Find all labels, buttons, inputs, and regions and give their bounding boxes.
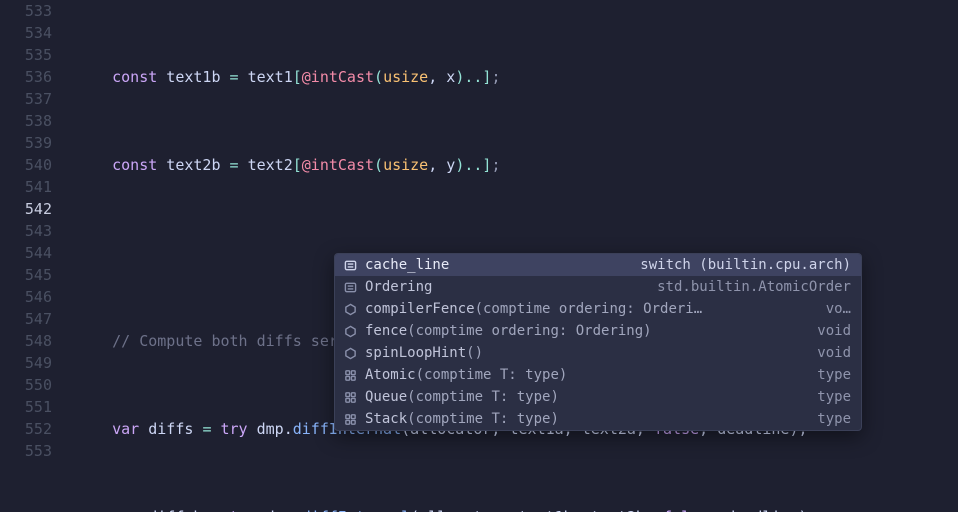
completion-signature: (comptime ordering: Ordering)	[407, 321, 809, 341]
type-icon	[341, 369, 359, 382]
constant-icon	[341, 259, 359, 272]
line-number: 535	[0, 44, 52, 66]
line-number: 540	[0, 154, 52, 176]
completion-item[interactable]: Atomic(comptime T: type) type	[335, 364, 861, 386]
completion-label: Stack	[365, 409, 407, 429]
completion-return-type: void	[817, 343, 851, 363]
line-number: 538	[0, 110, 52, 132]
completion-return-type: switch (builtin.cpu.arch)	[640, 255, 851, 275]
line-number: 553	[0, 440, 52, 462]
completion-return-type: type	[817, 365, 851, 385]
completion-item[interactable]: spinLoopHint() void	[335, 342, 861, 364]
code-area[interactable]: const text1b = text1[@intCast(usize, x).…	[76, 0, 958, 512]
code-editor: 5335345355365375385395405415425435445455…	[0, 0, 958, 512]
line-number: 551	[0, 396, 52, 418]
completion-return-type: std.builtin.AtomicOrder	[657, 277, 851, 297]
completion-return-type: type	[817, 387, 851, 407]
line-number: 543	[0, 220, 52, 242]
completion-label: Atomic	[365, 365, 416, 385]
completion-label: compilerFence	[365, 299, 475, 319]
completion-label: Queue	[365, 387, 407, 407]
function-icon	[341, 325, 359, 338]
completion-item[interactable]: compilerFence(comptime ordering: Orderi……	[335, 298, 861, 320]
line-number: 536	[0, 66, 52, 88]
line-number: 544	[0, 242, 52, 264]
line-number: 534	[0, 22, 52, 44]
completion-signature: (comptime ordering: Orderi…	[475, 299, 818, 319]
line-number: 537	[0, 88, 52, 110]
completion-signature: (comptime T: type)	[416, 365, 810, 385]
completion-item[interactable]: Ordering std.builtin.AtomicOrder	[335, 276, 861, 298]
completion-label: spinLoopHint	[365, 343, 466, 363]
line-533: const text1b = text1[@intCast(usize, x).…	[76, 66, 958, 88]
type-icon	[341, 413, 359, 426]
line-number: 548	[0, 330, 52, 352]
line-number: 550	[0, 374, 52, 396]
completion-return-type: vo…	[826, 299, 851, 319]
line-number: 547	[0, 308, 52, 330]
line-number: 545	[0, 264, 52, 286]
function-icon	[341, 303, 359, 316]
completion-item[interactable]: Stack(comptime T: type) type	[335, 408, 861, 430]
line-number: 541	[0, 176, 52, 198]
type-icon	[341, 391, 359, 404]
line-538: var diffsb = try dmp.diffInternal(alloca…	[76, 506, 958, 512]
line-number: 549	[0, 352, 52, 374]
line-number: 539	[0, 132, 52, 154]
line-number: 552	[0, 418, 52, 440]
line-534: const text2b = text2[@intCast(usize, y).…	[76, 154, 958, 176]
completion-return-type: type	[817, 409, 851, 429]
completion-return-type: void	[817, 321, 851, 341]
function-icon	[341, 347, 359, 360]
completion-item[interactable]: Queue(comptime T: type) type	[335, 386, 861, 408]
completion-label: cache_line	[365, 255, 449, 275]
completion-signature: ()	[466, 343, 809, 363]
line-number-gutter: 5335345355365375385395405415425435445455…	[0, 0, 76, 512]
completion-signature: (comptime T: type)	[407, 409, 809, 429]
line-number: 542	[0, 198, 52, 220]
constant-icon	[341, 281, 359, 294]
completion-popup[interactable]: cache_lineswitch (builtin.cpu.arch)Order…	[334, 253, 862, 431]
completion-label: fence	[365, 321, 407, 341]
line-number: 546	[0, 286, 52, 308]
completion-label: Ordering	[365, 277, 432, 297]
completion-item[interactable]: cache_line switch (builtin.cpu.arch)	[335, 254, 861, 276]
line-number: 533	[0, 0, 52, 22]
completion-item[interactable]: fence(comptime ordering: Ordering) void	[335, 320, 861, 342]
completion-signature: (comptime T: type)	[407, 387, 809, 407]
